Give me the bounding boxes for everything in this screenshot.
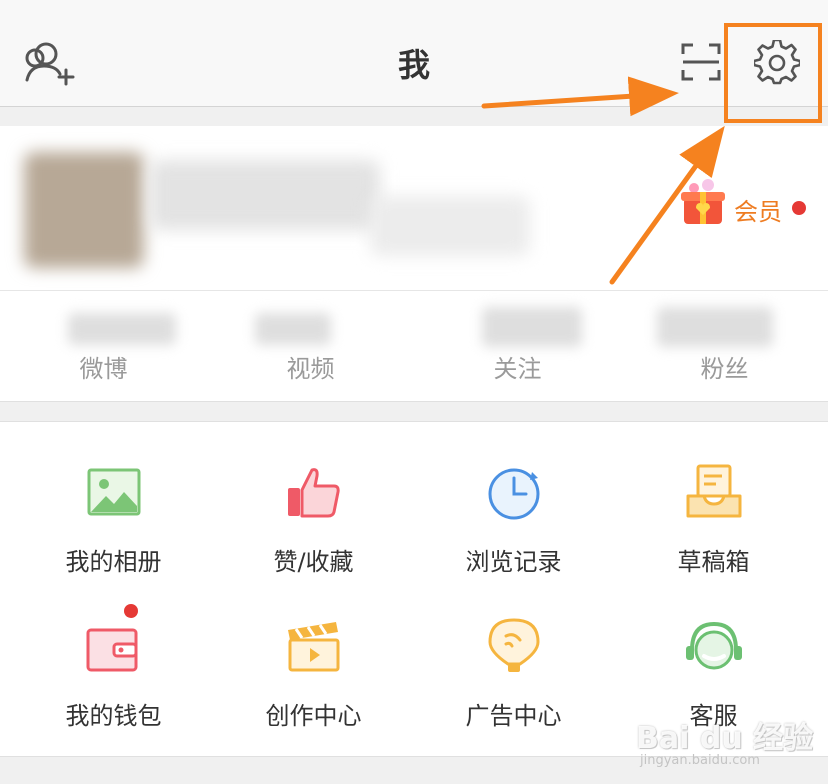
- customer-service-headset-icon: [686, 621, 742, 670]
- stat-label: 微博: [79, 355, 128, 383]
- grid-item-label: 广告中心: [465, 702, 562, 730]
- grid-item-label: 我的钱包: [65, 702, 162, 730]
- stat-label: 粉丝: [700, 355, 749, 383]
- history-clock-icon: [488, 468, 540, 520]
- stats-row: 微博 视频 关注 粉丝: [0, 291, 828, 402]
- grid-item-drafts[interactable]: 草稿箱: [610, 422, 817, 582]
- grid-item-customer-service[interactable]: 客服: [610, 576, 817, 736]
- grid-item-label: 创作中心: [265, 702, 362, 730]
- stat-value-blurred: [255, 313, 331, 345]
- stat-value-blurred: [657, 307, 773, 347]
- watermark-brand: Bai du 经验: [636, 721, 814, 756]
- thumbs-up-icon: [288, 468, 340, 518]
- scan-icon[interactable]: [680, 42, 722, 82]
- gear-icon[interactable]: [754, 40, 800, 86]
- grid-item-likes[interactable]: 赞/收藏: [210, 422, 417, 582]
- watermark-url: jingyan.baidu.com: [640, 753, 760, 768]
- profile-subtitle-blurred: [370, 196, 530, 256]
- grid-item-label: 草稿箱: [677, 548, 750, 576]
- stat-following[interactable]: 关注: [414, 291, 621, 401]
- stat-label: 视频: [286, 355, 335, 383]
- grid-item-creator[interactable]: 创作中心: [210, 576, 417, 736]
- creator-clapperboard-icon: [288, 622, 340, 672]
- grid-item-album[interactable]: 我的相册: [10, 422, 217, 582]
- stat-label: 关注: [493, 355, 542, 383]
- baidu-jingyan-watermark: Bai du 经验 jingyan.baidu.com: [636, 713, 824, 777]
- grid-item-ads[interactable]: 广告中心: [410, 576, 617, 736]
- stat-value-blurred: [68, 313, 176, 345]
- grid-item-label: 赞/收藏: [273, 548, 354, 576]
- stat-fans[interactable]: 粉丝: [621, 291, 828, 401]
- profile-card[interactable]: 会员: [0, 126, 828, 291]
- top-header: 我: [0, 0, 828, 107]
- stat-value-blurred: [482, 307, 582, 347]
- ad-balloon-icon: [488, 618, 540, 672]
- draft-box-icon: [686, 464, 742, 518]
- stat-video[interactable]: 视频: [207, 291, 414, 401]
- avatar[interactable]: [24, 152, 144, 268]
- grid-item-history[interactable]: 浏览记录: [410, 422, 617, 582]
- gift-box-icon[interactable]: [678, 178, 728, 228]
- grid-item-wallet[interactable]: 我的钱包: [10, 576, 217, 736]
- profile-name-blurred: [150, 160, 380, 230]
- wallet-notification-dot: [124, 604, 138, 618]
- stat-weibo[interactable]: 微博: [0, 291, 207, 401]
- grid-item-label: 浏览记录: [465, 548, 562, 576]
- vip-notification-dot: [792, 201, 806, 215]
- feature-grid: 我的相册 赞/收藏 浏览记录 草稿箱 我的钱包 创作中心 广告中心 客服: [0, 421, 828, 757]
- wallet-icon: [86, 628, 138, 672]
- photo-album-icon: [87, 468, 141, 516]
- grid-item-label: 我的相册: [65, 548, 162, 576]
- vip-label[interactable]: 会员: [734, 192, 782, 227]
